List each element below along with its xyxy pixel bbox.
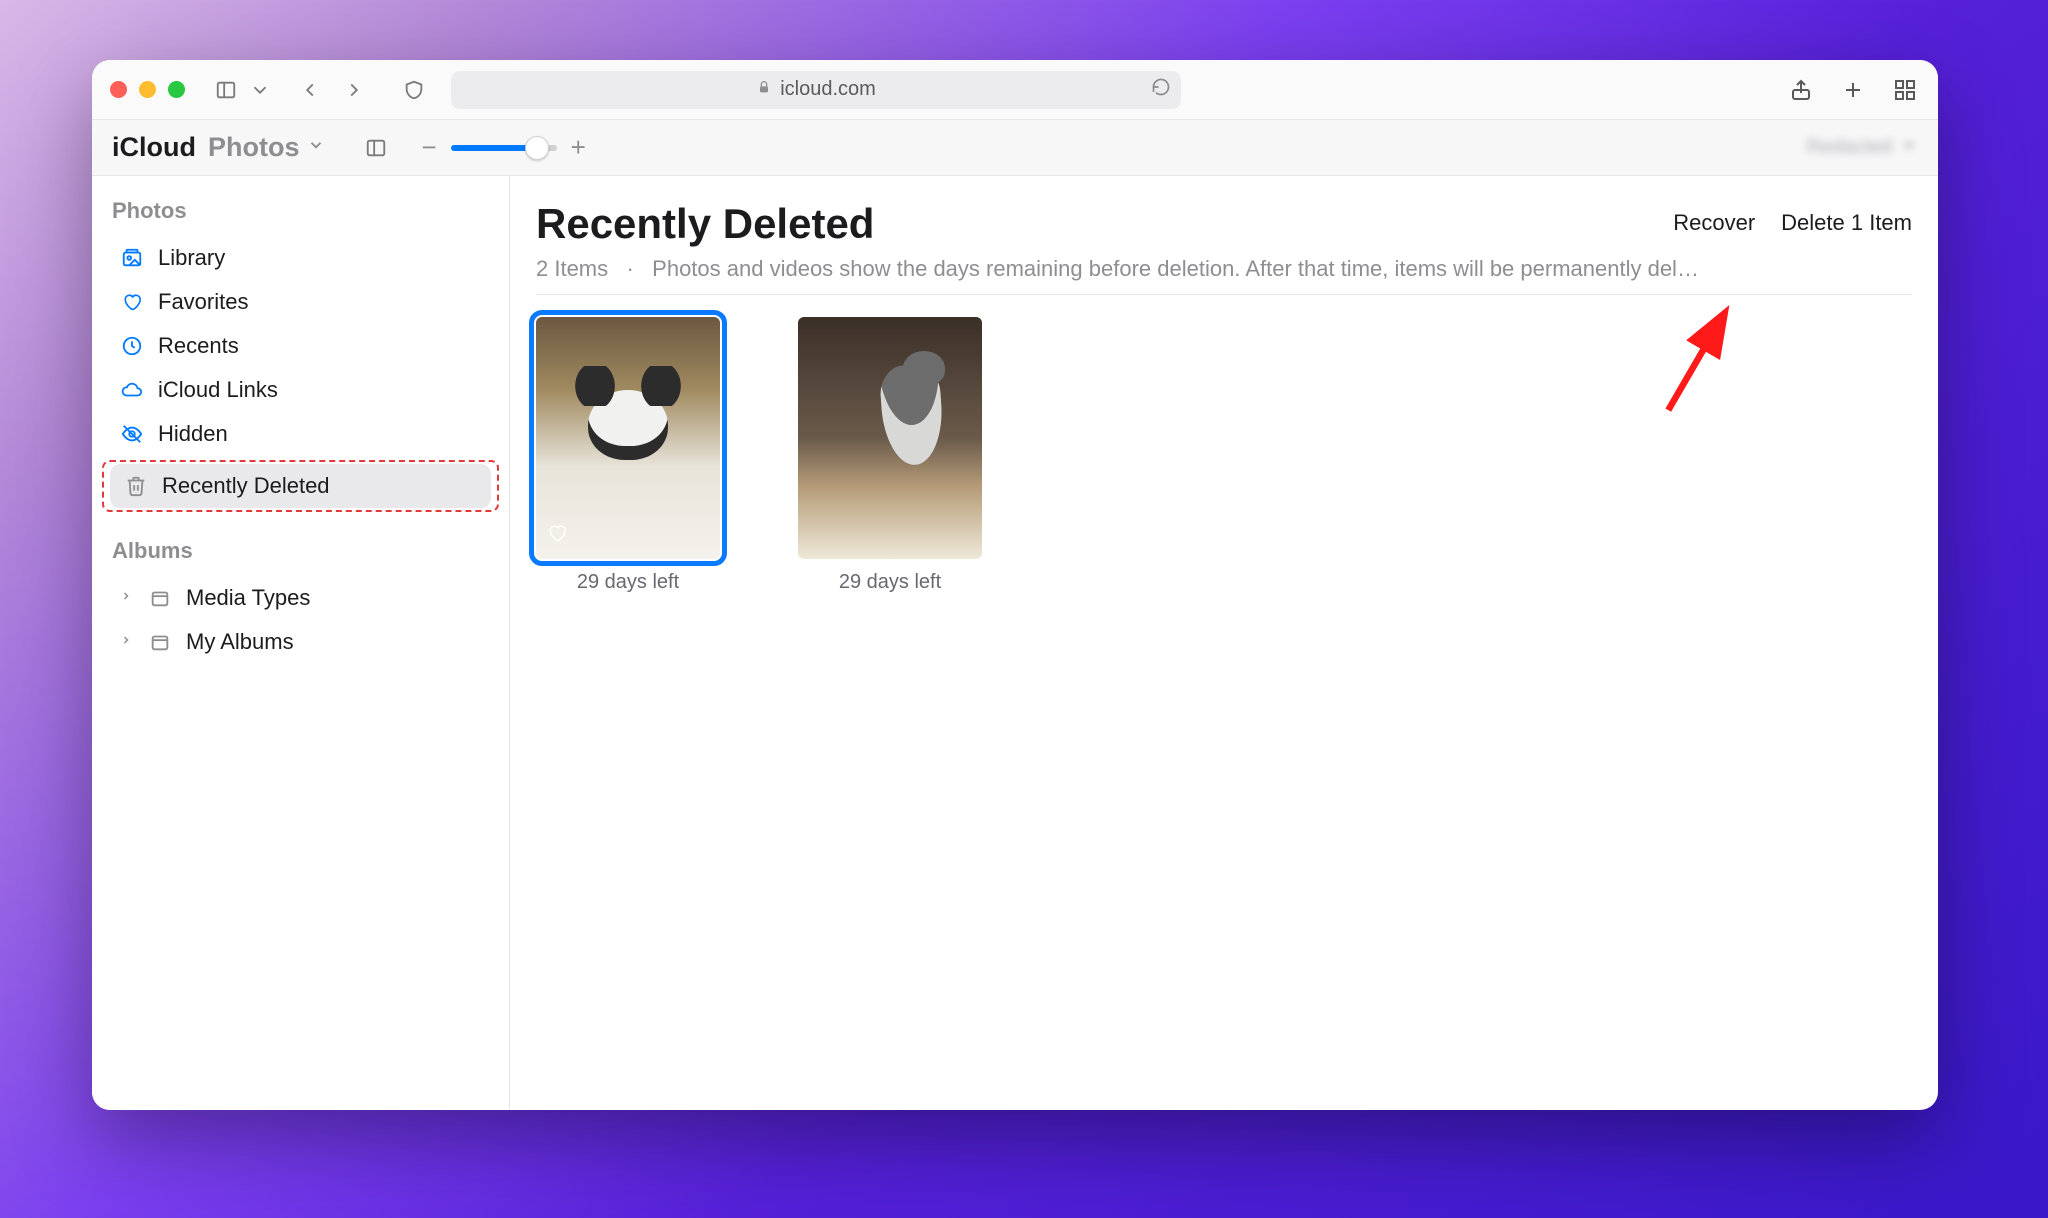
divider [536,294,1912,295]
folder-icon [148,631,172,653]
user-label: Redacted [1806,136,1892,159]
recover-button[interactable]: Recover [1673,210,1755,236]
item-count: 2 Items [536,256,608,281]
photo-thumbnail[interactable]: 29 days left [536,317,720,594]
browser-sidebar-menu-chevron-icon[interactable] [245,75,275,105]
zoom-in-button[interactable]: + [571,132,586,163]
chevron-right-icon [120,633,134,651]
thumbnail-caption: 29 days left [839,571,941,594]
app-menu-chevron-icon [307,136,325,159]
app-toolbar: iCloud Photos − + Redacted [92,120,1938,176]
user-menu[interactable]: Redacted [1806,136,1918,160]
page-title: Recently Deleted [536,200,874,248]
safari-window: icloud.com iCloud Photos [92,60,1938,1110]
zoom-out-button[interactable]: − [421,132,436,163]
address-bar[interactable]: icloud.com [451,71,1181,109]
favorite-heart-icon [546,522,568,549]
sidebar-item-label: Media Types [186,585,310,611]
close-window-button[interactable] [110,81,127,98]
tab-overview-icon[interactable] [1890,75,1920,105]
zoom-control: − + [421,132,585,163]
main-content: Recently Deleted Recover Delete 1 Item 2… [510,176,1938,1110]
browser-chrome: icloud.com [92,60,1938,120]
zoom-slider[interactable] [451,145,557,151]
trash-icon [124,475,148,497]
sidebar-item-library[interactable]: Library [106,236,495,280]
photo-image [798,317,982,559]
new-tab-icon[interactable] [1838,75,1868,105]
sidebar-heading-albums: Albums [102,534,499,576]
share-icon[interactable] [1786,75,1816,105]
sidebar-item-my-albums[interactable]: My Albums [106,620,495,664]
app-section: Photos [208,132,300,163]
back-button[interactable] [295,75,325,105]
address-domain: icloud.com [780,78,876,101]
sidebar-item-label: Recents [158,333,239,359]
photo-thumbnail[interactable]: 29 days left [798,317,982,594]
eye-off-icon [120,423,144,445]
browser-sidebar-icon[interactable] [211,75,241,105]
sidebar-item-recents[interactable]: Recents [106,324,495,368]
delete-button[interactable]: Delete 1 Item [1781,210,1912,236]
chevron-down-icon [1900,136,1918,160]
window-controls [110,81,185,98]
chevron-right-icon [120,589,134,607]
sidebar-item-hidden[interactable]: Hidden [106,412,495,456]
toggle-sidebar-icon[interactable] [361,133,391,163]
lock-icon [756,78,772,101]
sidebar-item-label: Favorites [158,289,248,315]
sidebar-heading-photos: Photos [102,194,499,236]
app-title[interactable]: iCloud Photos [112,132,325,163]
heart-icon [120,291,144,313]
forward-button[interactable] [339,75,369,105]
sidebar-item-label: Recently Deleted [162,473,330,499]
minimize-window-button[interactable] [139,81,156,98]
sidebar-item-label: Hidden [158,421,228,447]
cloud-icon [120,379,144,401]
thumbnail-caption: 29 days left [577,571,679,594]
library-icon [120,247,144,269]
privacy-shield-icon[interactable] [399,75,429,105]
app-brand: iCloud [112,132,196,163]
page-subtitle: 2 Items · Photos and videos show the day… [536,256,1912,282]
sidebar-item-recently-deleted[interactable]: Recently Deleted [110,464,491,508]
reload-icon[interactable] [1151,77,1171,103]
photo-image [536,317,720,559]
sidebar-item-favorites[interactable]: Favorites [106,280,495,324]
annotation-highlight: Recently Deleted [102,460,499,512]
folder-icon [148,587,172,609]
sidebar-item-media-types[interactable]: Media Types [106,576,495,620]
sidebar-item-label: My Albums [186,629,294,655]
clock-icon [120,335,144,357]
zoom-window-button[interactable] [168,81,185,98]
sidebar-item-label: Library [158,245,225,271]
sidebar-item-label: iCloud Links [158,377,278,403]
sidebar: Photos Library Favorites Recents [92,176,510,1110]
thumbnail-grid: 29 days left 29 days left [536,317,1912,594]
sidebar-item-icloud-links[interactable]: iCloud Links [106,368,495,412]
subtitle-text: Photos and videos show the days remainin… [652,256,1699,281]
